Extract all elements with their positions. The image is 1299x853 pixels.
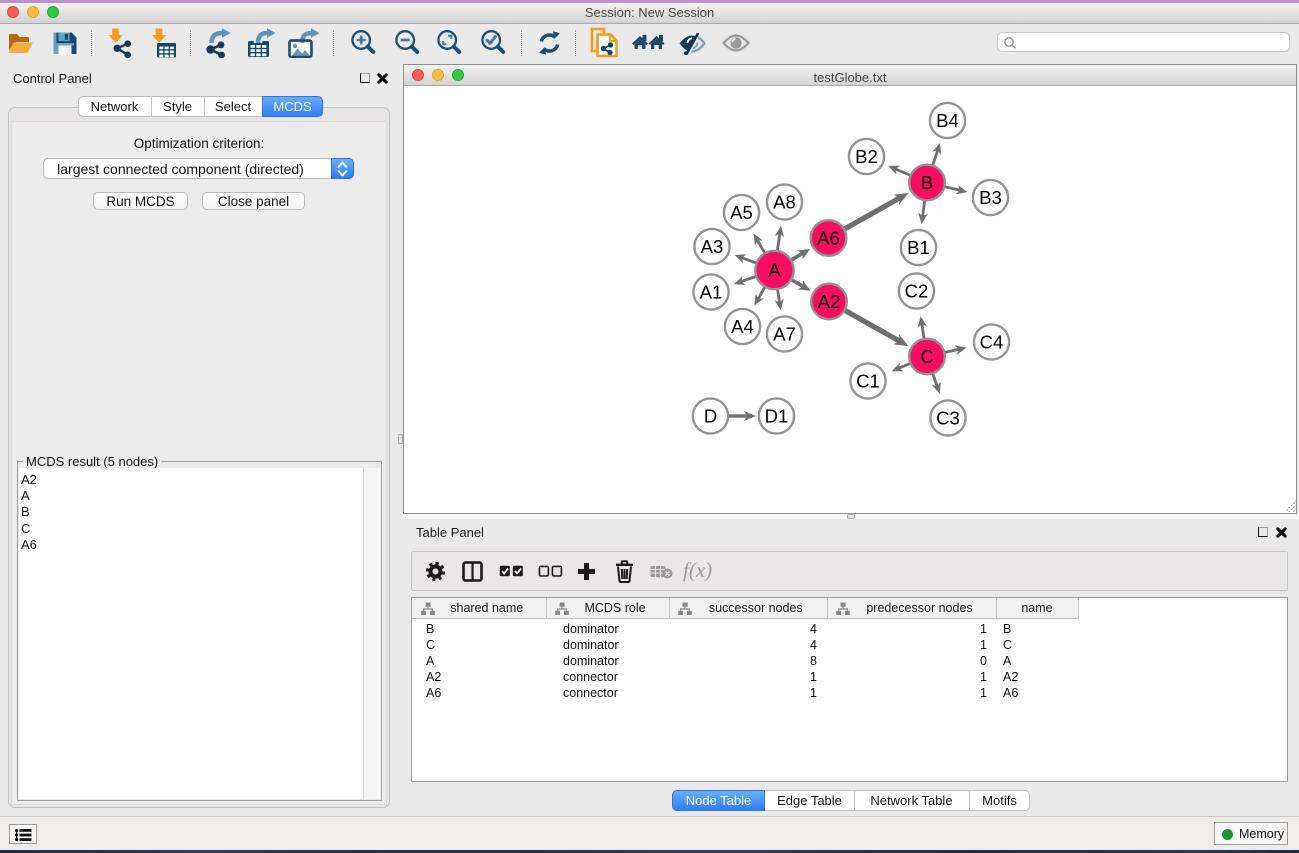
- svg-text:B1: B1: [907, 237, 930, 258]
- svg-text:C1: C1: [856, 371, 880, 392]
- svg-text:A5: A5: [730, 202, 753, 223]
- svg-text:C: C: [920, 346, 933, 367]
- svg-text:C3: C3: [936, 408, 960, 429]
- svg-text:C4: C4: [980, 332, 1004, 353]
- svg-text:B2: B2: [855, 146, 878, 167]
- svg-text:A7: A7: [773, 324, 796, 345]
- svg-text:A2: A2: [818, 291, 841, 312]
- svg-text:D: D: [704, 406, 717, 427]
- svg-text:A3: A3: [701, 236, 724, 257]
- svg-text:B4: B4: [936, 110, 959, 131]
- svg-text:A4: A4: [731, 316, 754, 337]
- svg-text:C2: C2: [905, 281, 929, 302]
- svg-text:A1: A1: [700, 282, 723, 303]
- svg-text:A6: A6: [817, 228, 840, 249]
- svg-text:B: B: [921, 172, 933, 193]
- svg-text:A8: A8: [773, 192, 796, 213]
- svg-text:A: A: [768, 260, 781, 281]
- svg-text:D1: D1: [765, 406, 789, 427]
- svg-text:B3: B3: [979, 187, 1002, 208]
